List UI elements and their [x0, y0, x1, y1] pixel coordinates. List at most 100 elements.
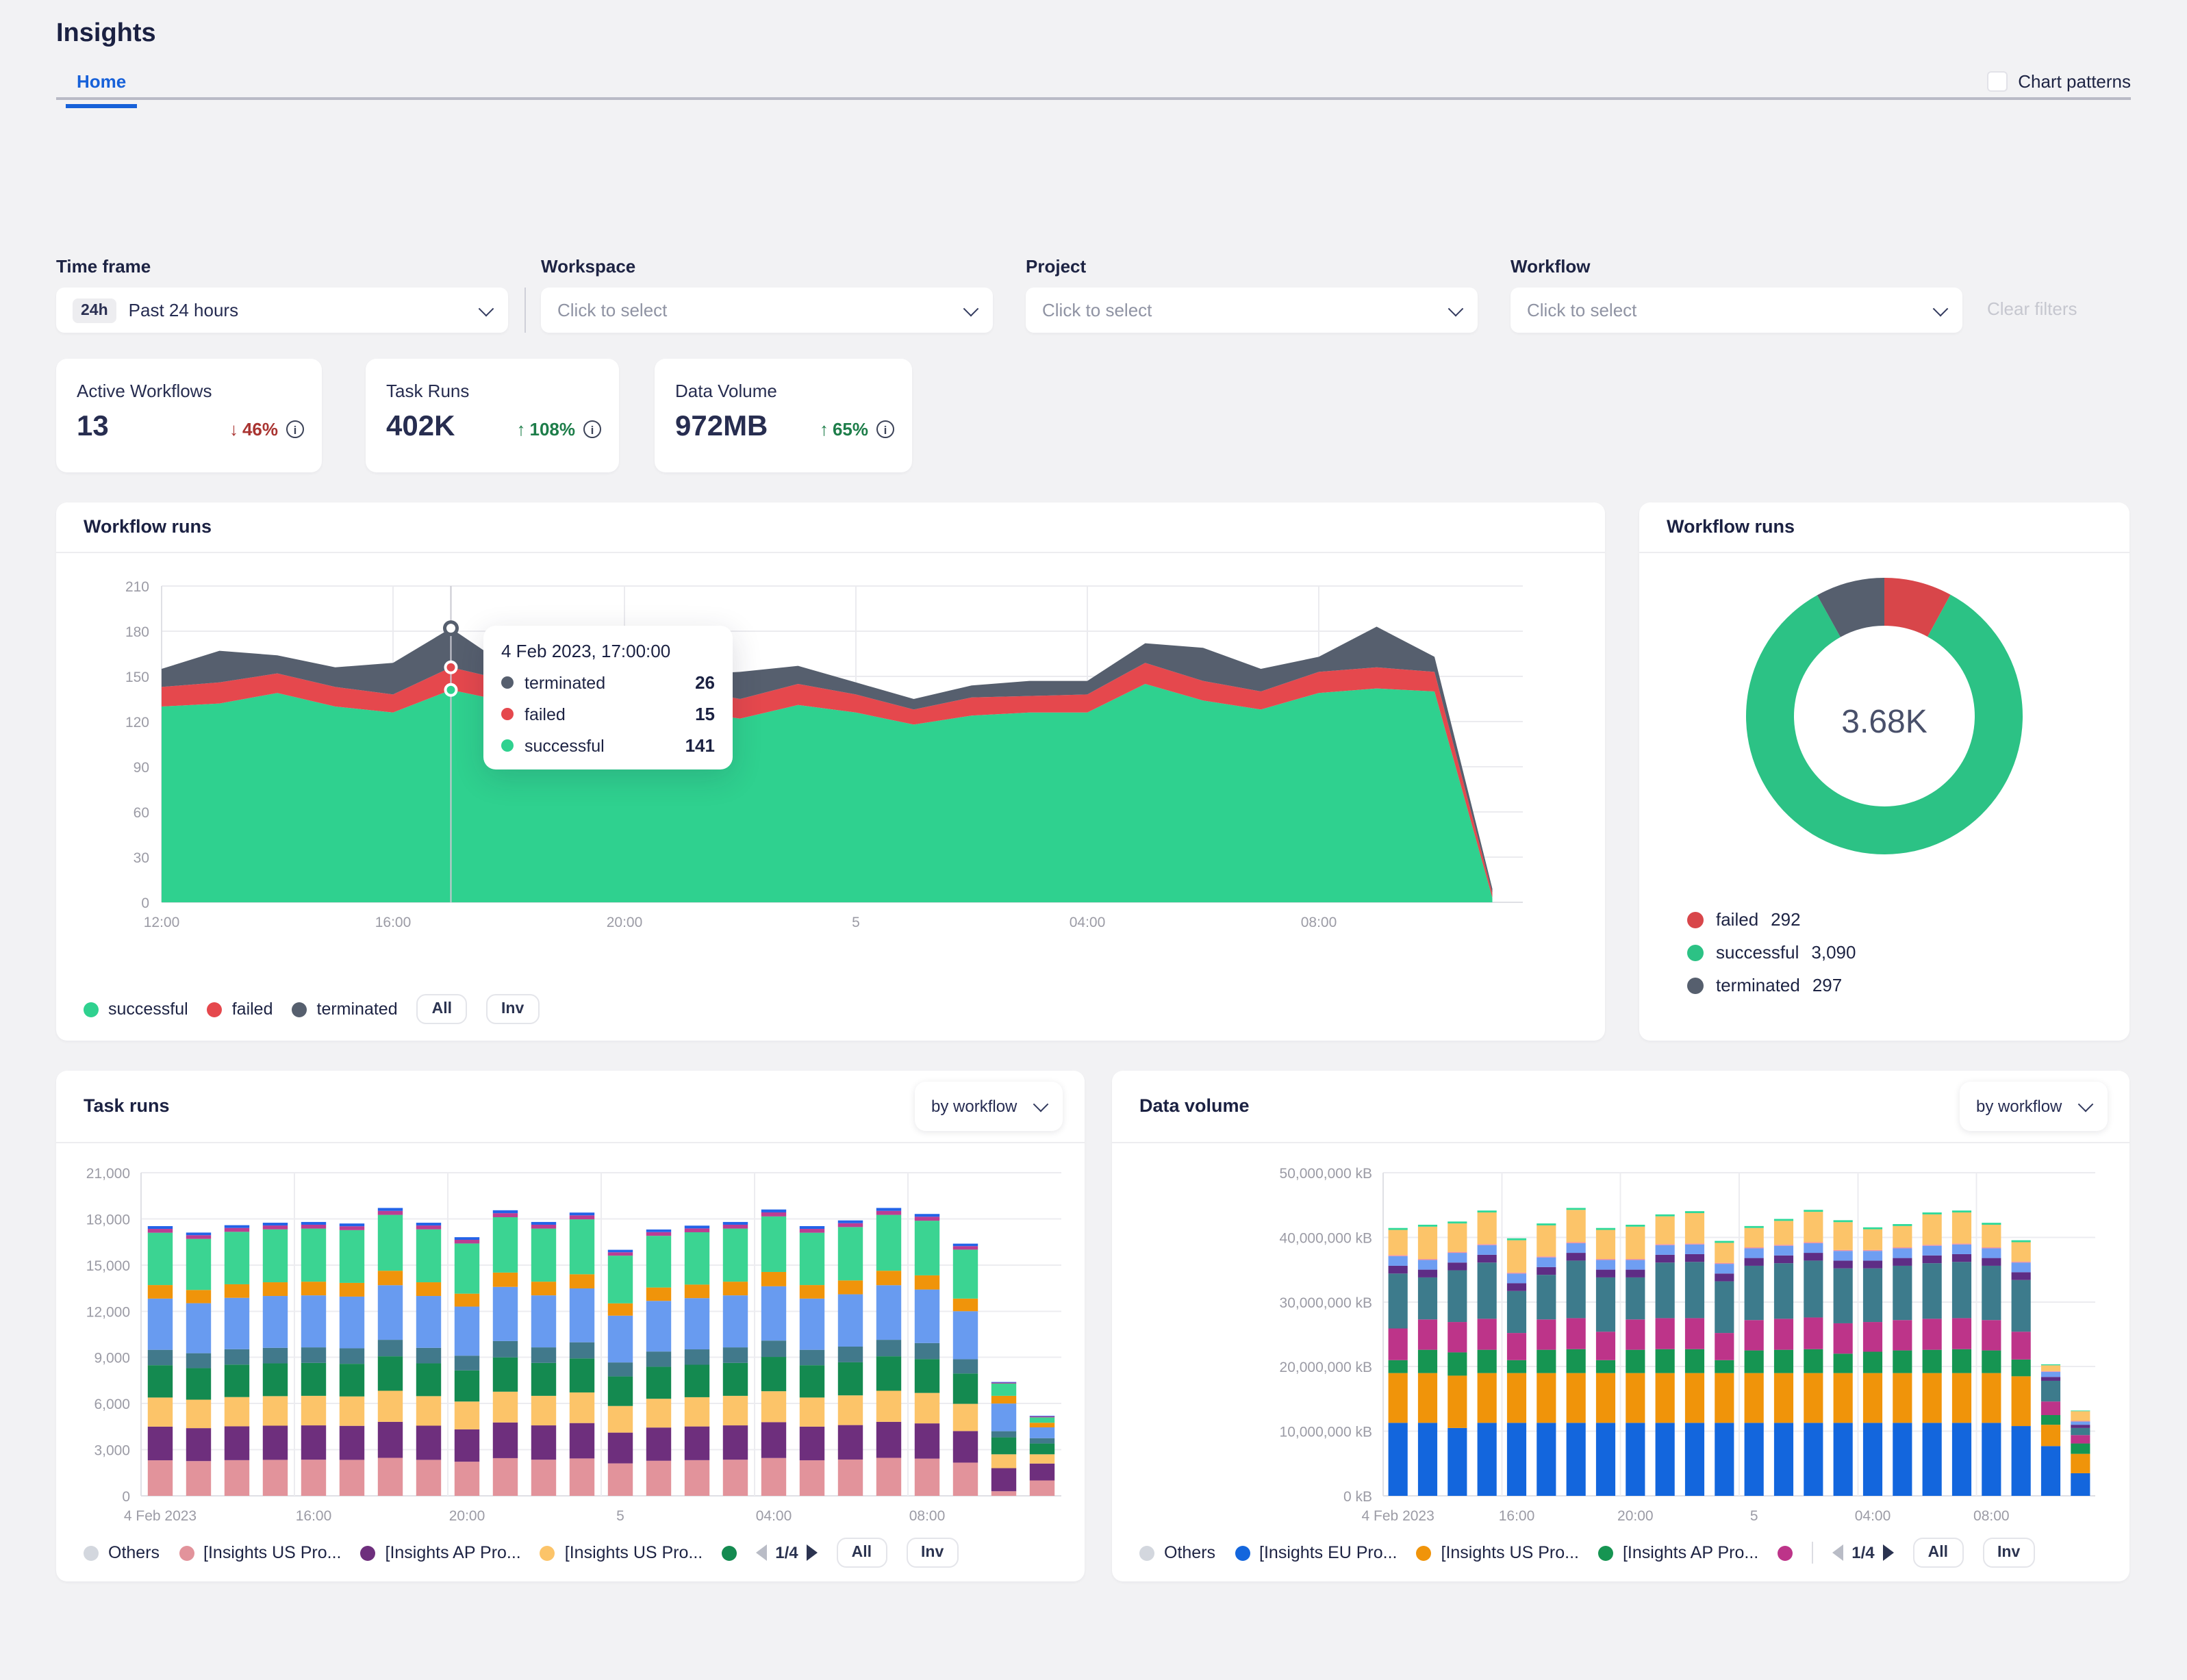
task-runs-groupby-dropdown[interactable]: by workflow: [915, 1082, 1063, 1131]
donut-legend-item-terminated[interactable]: terminated297: [1687, 975, 1856, 995]
legend-dot-icon: [1778, 1545, 1793, 1560]
chevron-down-icon: [1933, 301, 1949, 316]
legend-item--insights-ap-pro-[interactable]: [Insights AP Pro...: [361, 1543, 521, 1562]
svg-text:20:00: 20:00: [1617, 1508, 1654, 1524]
data-volume-groupby-dropdown[interactable]: by workflow: [1960, 1082, 2108, 1131]
legend-item--insights-us-pro-[interactable]: [Insights US Pro...: [1417, 1543, 1579, 1562]
donut-legend-item-failed[interactable]: failed 292: [1687, 909, 1856, 930]
time-frame-dropdown[interactable]: 24h Past 24 hours: [56, 288, 508, 333]
page-next-icon[interactable]: [1883, 1544, 1894, 1561]
tooltip-series-name: terminated: [524, 673, 605, 692]
legend-label: [Insights US Pro...: [565, 1543, 703, 1562]
data-volume-panel: Data volume by workflow 0 kB10,000,000 k…: [1112, 1071, 2129, 1581]
page-prev-icon[interactable]: [756, 1544, 767, 1561]
all-button[interactable]: All: [417, 994, 467, 1024]
inv-button[interactable]: Inv: [1982, 1538, 2035, 1568]
legend-item-failed[interactable]: failed: [207, 1000, 273, 1019]
svg-text:9,000: 9,000: [94, 1351, 130, 1366]
tooltip-series-name: failed: [524, 704, 566, 724]
info-icon[interactable]: i: [876, 420, 894, 438]
tab-home[interactable]: Home: [66, 71, 137, 108]
inv-button[interactable]: Inv: [906, 1538, 959, 1568]
svg-text:04:00: 04:00: [1855, 1508, 1891, 1524]
legend-item-others[interactable]: Others: [84, 1543, 160, 1562]
svg-text:12,000: 12,000: [86, 1304, 130, 1320]
tooltip-title: 4 Feb 2023, 17:00:00: [501, 641, 715, 661]
task-runs-bar-chart[interactable]: 03,0006,0009,00012,00015,00018,00021,000…: [56, 1142, 1085, 1539]
svg-text:08:00: 08:00: [1301, 915, 1337, 930]
legend-item--insights-us-pro-[interactable]: [Insights US Pro...: [179, 1543, 341, 1562]
svg-text:5: 5: [1750, 1508, 1758, 1524]
inv-button[interactable]: Inv: [486, 994, 539, 1024]
svg-text:08:00: 08:00: [909, 1508, 946, 1524]
chart-patterns-toggle[interactable]: Chart patterns: [1986, 71, 2131, 92]
svg-text:0 kB: 0 kB: [1343, 1489, 1372, 1505]
tooltip-series-name: successful: [524, 736, 605, 755]
svg-text:90: 90: [134, 760, 149, 776]
clear-filters-button[interactable]: Clear filters: [1987, 298, 2077, 319]
info-icon[interactable]: i: [286, 420, 304, 438]
svg-text:21,000: 21,000: [86, 1166, 130, 1182]
chevron-down-icon: [2078, 1097, 2094, 1112]
kpi-card-data-volume: Data Volume 972MB ↑ 65% i: [655, 359, 912, 472]
chart-patterns-label: Chart patterns: [2018, 71, 2131, 92]
svg-text:210: 210: [125, 579, 149, 595]
area-chart-legend: successful failed terminated All Inv: [84, 994, 539, 1024]
legend-dot-icon: [361, 1545, 376, 1560]
kpi-label: Data Volume: [675, 381, 777, 401]
legend-label: [Insights AP Pro...: [1623, 1543, 1758, 1562]
donut-legend-item-successful[interactable]: successful3,090: [1687, 942, 1856, 963]
workflow-runs-area-panel: Workflow runs 030609012015018021012:0016…: [56, 502, 1605, 1041]
page-title: Insights: [56, 19, 156, 49]
all-button[interactable]: All: [837, 1538, 887, 1568]
chart-patterns-checkbox[interactable]: [1986, 71, 2007, 92]
legend-item--insights-eu-pro-[interactable]: [Insights EU Pro...: [1235, 1543, 1397, 1562]
legend-item--insights-us-pro-[interactable]: [Insights US Pro...: [540, 1543, 703, 1562]
legend-item[interactable]: [1778, 1545, 1793, 1560]
data-volume-bar-chart[interactable]: 0 kB10,000,000 kB20,000,000 kB30,000,000…: [1112, 1142, 2129, 1539]
legend-label: [Insights US Pro...: [1441, 1543, 1579, 1562]
chevron-down-icon: [1033, 1097, 1049, 1112]
chevron-down-icon: [479, 301, 494, 316]
legend-label: [Insights AP Pro...: [385, 1543, 521, 1562]
legend-dot-icon: [1687, 911, 1704, 928]
time-frame-badge: 24h: [73, 298, 116, 322]
svg-text:04:00: 04:00: [1070, 915, 1106, 930]
workflow-dropdown[interactable]: Click to select: [1510, 288, 1962, 333]
legend-item--insights-ap-pro-[interactable]: [Insights AP Pro...: [1598, 1543, 1758, 1562]
task-runs-panel: Task runs by workflow 03,0006,0009,00012…: [56, 1071, 1085, 1581]
legend-label: failed: [1716, 909, 1758, 930]
svg-text:16:00: 16:00: [296, 1508, 332, 1524]
legend-value: 292: [1771, 909, 1800, 930]
page-prev-icon[interactable]: [1832, 1544, 1843, 1561]
legend-label: terminated: [1716, 975, 1800, 995]
legend-item-terminated[interactable]: terminated: [292, 1000, 398, 1019]
legend-label: [Insights EU Pro...: [1259, 1543, 1397, 1562]
legend-item[interactable]: [722, 1545, 737, 1560]
all-button[interactable]: All: [1913, 1538, 1963, 1568]
arrow-up-icon: ↑: [517, 419, 526, 440]
svg-text:5: 5: [616, 1508, 624, 1524]
workflow-runs-donut-chart[interactable]: [1639, 552, 2129, 894]
svg-text:20:00: 20:00: [607, 915, 643, 930]
workspace-dropdown[interactable]: Click to select: [541, 288, 993, 333]
legend-item-successful[interactable]: successful: [84, 1000, 188, 1019]
series-dot-icon: [501, 708, 514, 720]
project-dropdown[interactable]: Click to select: [1026, 288, 1478, 333]
legend-dot-icon: [1687, 944, 1704, 960]
legend-dot-icon: [1139, 1545, 1154, 1560]
page-next-icon[interactable]: [807, 1544, 818, 1561]
svg-text:16:00: 16:00: [375, 915, 412, 930]
chart-tooltip: 4 Feb 2023, 17:00:00 terminated26failed1…: [483, 626, 733, 769]
workflow-runs-area-chart[interactable]: 030609012015018021012:0016:0020:00504:00…: [56, 552, 1605, 979]
svg-text:10,000,000 kB: 10,000,000 kB: [1280, 1425, 1372, 1440]
page-indicator: 1/4: [775, 1543, 798, 1562]
legend-label: Others: [1164, 1543, 1215, 1562]
svg-text:30: 30: [134, 850, 149, 866]
svg-text:3,000: 3,000: [94, 1443, 130, 1459]
legend-dot-icon: [84, 1002, 99, 1017]
info-icon[interactable]: i: [583, 420, 601, 438]
legend-item-others[interactable]: Others: [1139, 1543, 1215, 1562]
svg-text:120: 120: [125, 715, 149, 730]
series-dot-icon: [501, 739, 514, 752]
